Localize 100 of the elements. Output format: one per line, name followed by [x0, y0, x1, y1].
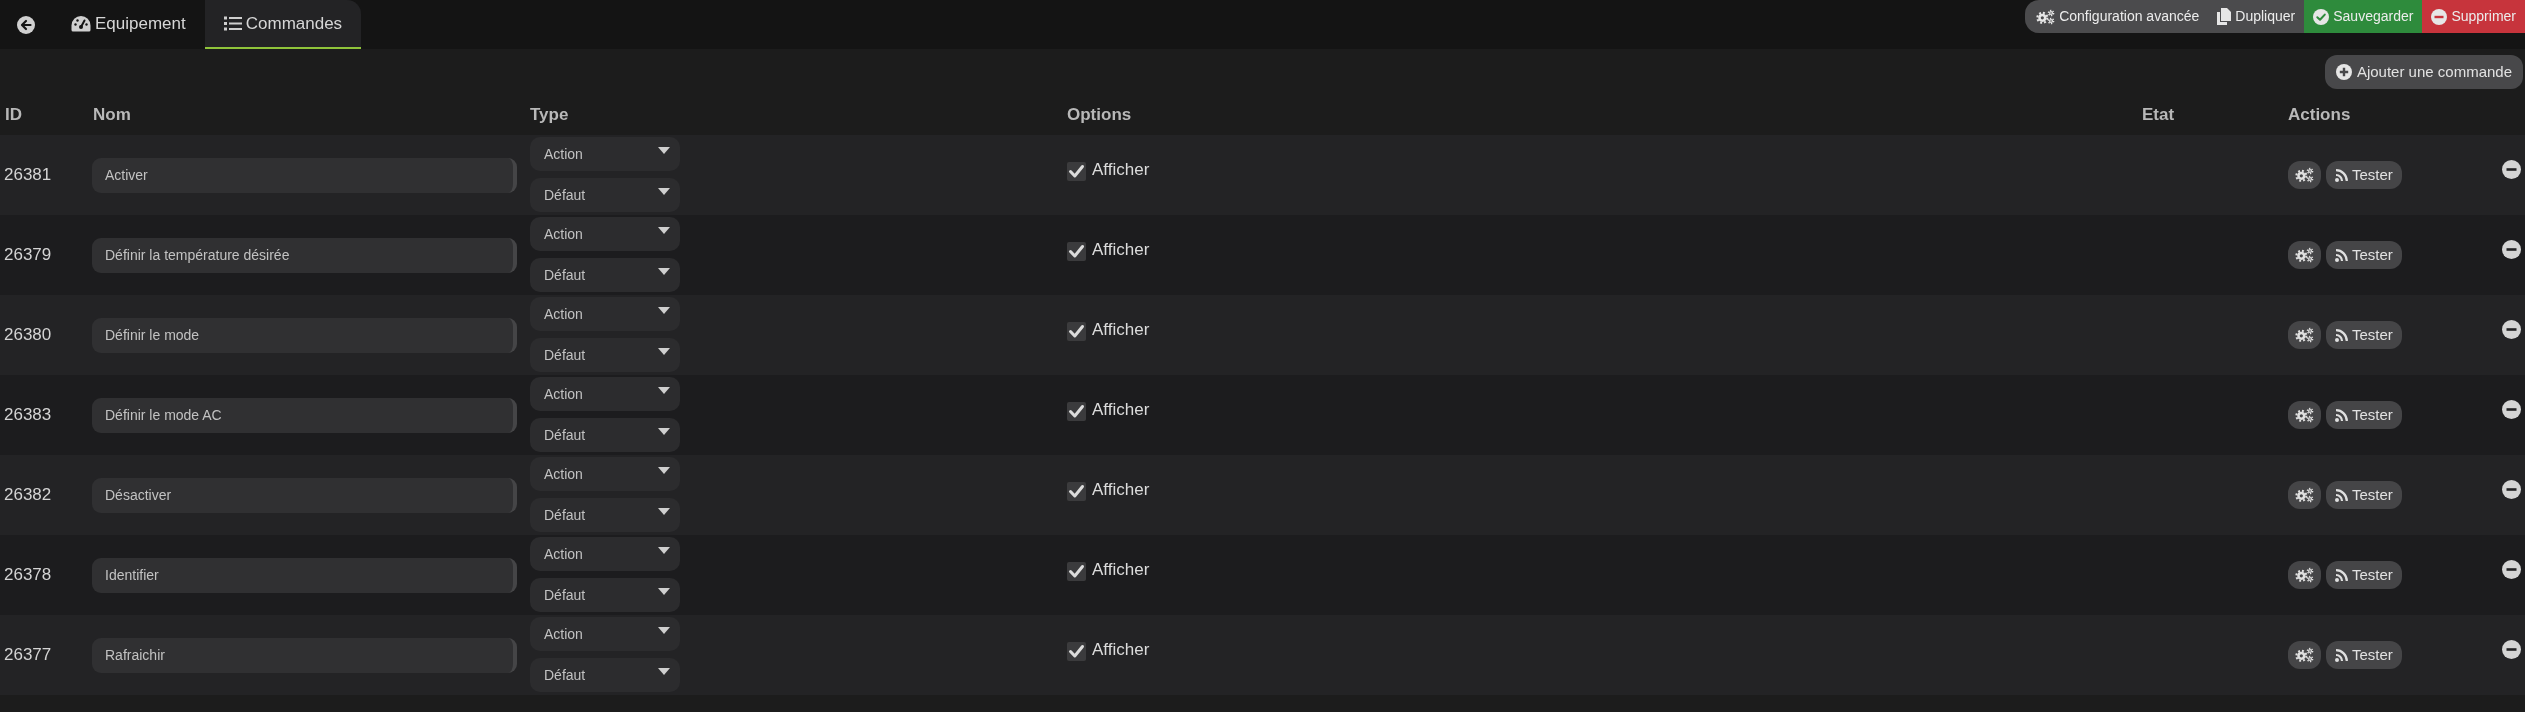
checkbox-label[interactable]: Afficher	[1092, 559, 1150, 579]
caret-icon	[658, 546, 670, 554]
command-id: 26382	[3, 484, 53, 507]
rss-icon	[2335, 568, 2348, 582]
checkbox[interactable]	[1067, 562, 1086, 581]
name-field[interactable]: Identifier	[92, 557, 517, 593]
column-header: Options	[1067, 104, 1133, 127]
remove-icon[interactable]	[2502, 640, 2521, 659]
caret-icon	[658, 146, 670, 154]
advanced-config-button[interactable]	[2288, 401, 2321, 429]
rss-icon	[2335, 168, 2348, 182]
checkbox-label[interactable]: Afficher	[1092, 399, 1150, 419]
gears-icon	[2036, 8, 2056, 25]
remove-icon[interactable]	[2502, 480, 2521, 499]
subtype-select[interactable]: Défaut	[530, 178, 680, 212]
name-field[interactable]: Désactiver	[92, 477, 517, 513]
type-select[interactable]: Action	[530, 537, 680, 571]
subtype-select[interactable]: Défaut	[530, 658, 680, 692]
subtype-select[interactable]: Défaut	[530, 338, 680, 372]
advanced-config-button[interactable]: Configuration avancée	[2025, 0, 2209, 33]
subtype-select[interactable]: Défaut	[530, 258, 680, 292]
checkbox-label[interactable]: Afficher	[1092, 159, 1150, 179]
remove-icon[interactable]	[2502, 160, 2521, 179]
rss-icon	[2335, 488, 2348, 502]
command-id: 26377	[3, 644, 53, 667]
name-field[interactable]: Définir le mode	[92, 317, 517, 353]
caret-icon	[658, 587, 670, 595]
checkbox-label[interactable]: Afficher	[1092, 479, 1150, 499]
checkbox-label[interactable]: Afficher	[1092, 319, 1150, 339]
remove-icon[interactable]	[2502, 400, 2521, 419]
checkbox-label[interactable]: Afficher	[1092, 639, 1150, 659]
checkbox[interactable]	[1067, 322, 1086, 341]
advanced-config-button[interactable]	[2288, 241, 2321, 269]
gears-icon	[2295, 487, 2314, 503]
duplicate-button[interactable]: Dupliquer	[2208, 0, 2305, 33]
caret-icon	[658, 386, 670, 394]
name-field[interactable]: Définir le mode AC	[92, 397, 517, 433]
command-id: 26378	[3, 564, 53, 587]
name-field[interactable]: Rafraichir	[92, 637, 517, 673]
caret-icon	[658, 427, 670, 435]
caret-icon	[658, 187, 670, 195]
rss-icon	[2335, 248, 2348, 262]
type-select[interactable]: Action	[530, 297, 680, 331]
advanced-config-button[interactable]	[2288, 321, 2321, 349]
delete-button[interactable]: Supprimer	[2422, 0, 2525, 33]
back-icon[interactable]	[17, 15, 35, 34]
test-button[interactable]: Tester	[2326, 561, 2402, 589]
checkbox[interactable]	[1067, 242, 1086, 261]
name-field[interactable]: Définir la température désirée	[92, 237, 517, 273]
test-button[interactable]: Tester	[2326, 401, 2402, 429]
gears-icon	[2295, 407, 2314, 423]
check-circle-icon	[2313, 8, 2330, 25]
caret-icon	[658, 226, 670, 234]
caret-icon	[658, 347, 670, 355]
checkbox[interactable]	[1067, 162, 1086, 181]
checkbox[interactable]	[1067, 482, 1086, 501]
checkbox-label[interactable]: Afficher	[1092, 239, 1150, 259]
tab[interactable]: Commandes	[204, 0, 362, 49]
test-button[interactable]: Tester	[2326, 161, 2402, 189]
type-select[interactable]: Action	[530, 617, 680, 651]
type-select[interactable]: Action	[530, 217, 680, 251]
rss-icon	[2335, 408, 2348, 422]
gears-icon	[2295, 647, 2314, 663]
remove-icon[interactable]	[2502, 320, 2521, 339]
type-select[interactable]: Action	[530, 137, 680, 171]
rss-icon	[2335, 328, 2348, 342]
add-command-button[interactable]: Ajouter une commande	[2324, 55, 2523, 89]
name-field[interactable]: Activer	[92, 157, 517, 193]
gears-icon	[2295, 247, 2314, 263]
type-select[interactable]: Action	[530, 457, 680, 491]
subtype-select[interactable]: Défaut	[530, 498, 680, 532]
gauge-icon	[71, 15, 91, 32]
type-select[interactable]: Action	[530, 377, 680, 411]
column-header: Nom	[93, 104, 132, 127]
list-icon	[223, 16, 242, 31]
advanced-config-button[interactable]	[2288, 481, 2321, 509]
remove-icon[interactable]	[2502, 560, 2521, 579]
column-header: Actions	[2288, 104, 2352, 127]
checkbox[interactable]	[1067, 402, 1086, 421]
gears-icon	[2295, 327, 2314, 343]
tab[interactable]: Equipement	[52, 0, 205, 49]
advanced-config-button[interactable]	[2288, 561, 2321, 589]
advanced-config-button[interactable]	[2288, 161, 2321, 189]
test-button[interactable]: Tester	[2326, 321, 2402, 349]
command-id: 26381	[3, 164, 53, 187]
subtype-select[interactable]: Défaut	[530, 578, 680, 612]
column-header: Type	[530, 104, 570, 127]
command-id: 26379	[3, 244, 53, 267]
test-button[interactable]: Tester	[2326, 641, 2402, 669]
subtype-select[interactable]: Défaut	[530, 418, 680, 452]
command-id: 26383	[3, 404, 53, 427]
column-header: Etat	[2142, 104, 2176, 127]
checkbox[interactable]	[1067, 642, 1086, 661]
advanced-config-button[interactable]	[2288, 641, 2321, 669]
caret-icon	[658, 507, 670, 515]
test-button[interactable]: Tester	[2326, 241, 2402, 269]
caret-icon	[658, 466, 670, 474]
save-button[interactable]: Sauvegarder	[2304, 0, 2423, 33]
test-button[interactable]: Tester	[2326, 481, 2402, 509]
remove-icon[interactable]	[2502, 240, 2521, 259]
